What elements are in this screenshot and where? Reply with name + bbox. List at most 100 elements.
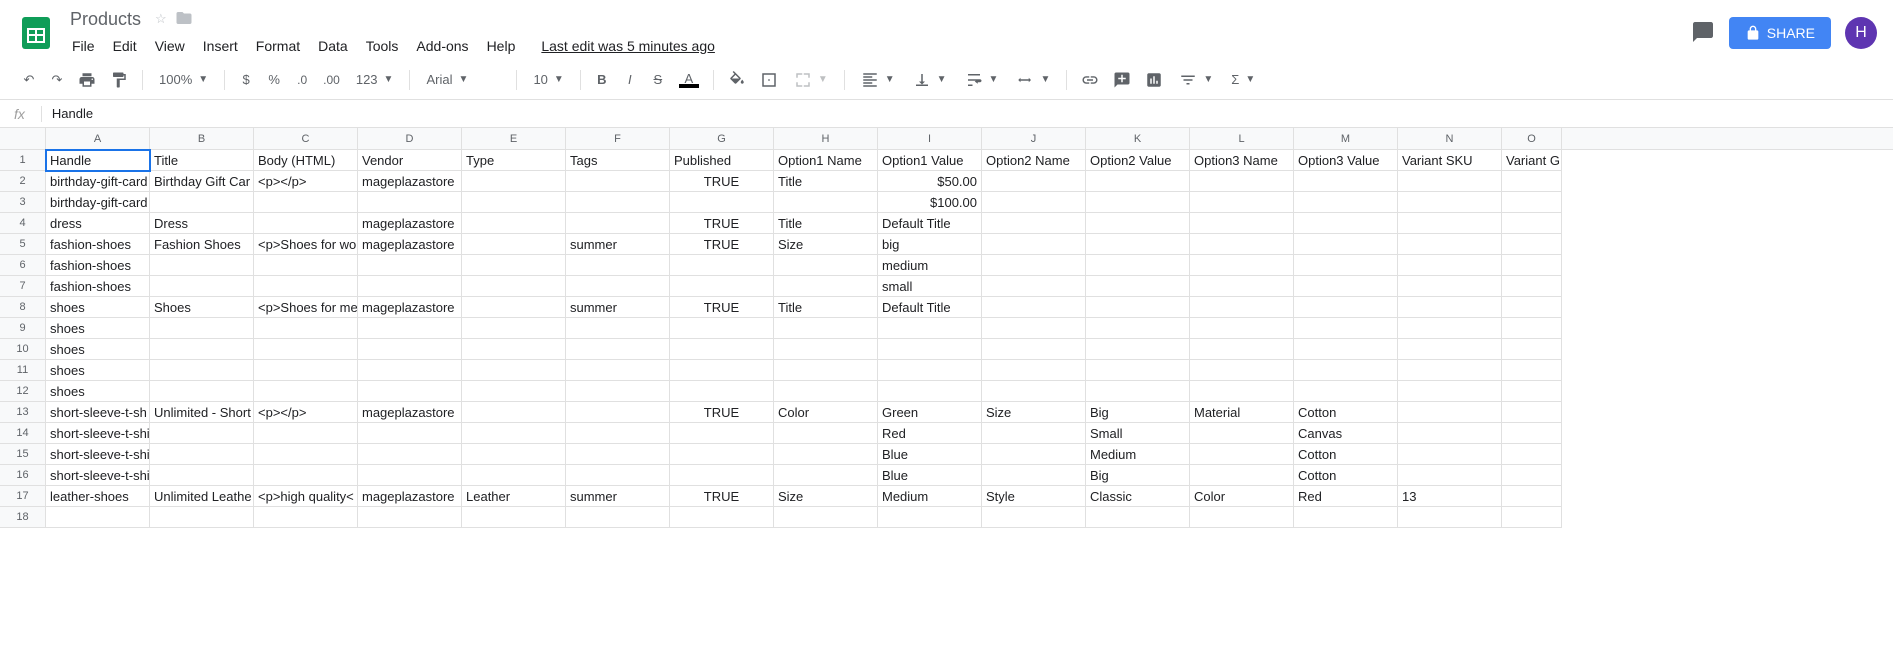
cell[interactable]: shoes (46, 360, 150, 381)
cell[interactable] (150, 276, 254, 297)
cell[interactable]: Size (774, 234, 878, 255)
cell[interactable] (150, 444, 254, 465)
cell[interactable]: Size (774, 486, 878, 507)
cell[interactable] (1294, 192, 1398, 213)
cell[interactable]: TRUE (670, 402, 774, 423)
cell[interactable]: Body (HTML) (254, 150, 358, 171)
cell[interactable] (1502, 234, 1562, 255)
column-header-E[interactable]: E (462, 128, 566, 149)
column-header-J[interactable]: J (982, 128, 1086, 149)
more-formats-select[interactable]: 123▼ (348, 68, 402, 91)
cell[interactable]: birthday-gift-card (46, 192, 150, 213)
cell[interactable]: Small (1086, 423, 1190, 444)
cell[interactable]: Red (1294, 486, 1398, 507)
cell[interactable] (670, 507, 774, 528)
cell[interactable] (1294, 339, 1398, 360)
cell[interactable] (150, 465, 254, 486)
menu-addons[interactable]: Add-ons (408, 34, 476, 58)
cell[interactable] (774, 192, 878, 213)
functions-icon[interactable]: Σ▼ (1223, 68, 1263, 91)
cell[interactable]: fashion-shoes (46, 276, 150, 297)
decrease-decimal-icon[interactable]: .0 (289, 66, 315, 94)
cell[interactable] (358, 255, 462, 276)
cell[interactable] (1398, 192, 1502, 213)
cell[interactable]: Title (774, 297, 878, 318)
cell[interactable] (1398, 402, 1502, 423)
column-header-H[interactable]: H (774, 128, 878, 149)
column-header-L[interactable]: L (1190, 128, 1294, 149)
cell[interactable]: mageplazastore (358, 171, 462, 192)
column-header-M[interactable]: M (1294, 128, 1398, 149)
increase-decimal-icon[interactable]: .00 (317, 66, 346, 94)
filter-icon[interactable]: ▼ (1171, 67, 1221, 93)
cell[interactable]: Big (1086, 465, 1190, 486)
cell[interactable] (1502, 192, 1562, 213)
cell[interactable] (1398, 213, 1502, 234)
cell[interactable]: Option3 Name (1190, 150, 1294, 171)
row-header[interactable]: 8 (0, 297, 46, 318)
row-header[interactable]: 10 (0, 339, 46, 360)
row-header[interactable]: 16 (0, 465, 46, 486)
row-header[interactable]: 7 (0, 276, 46, 297)
cell[interactable]: leather-shoes (46, 486, 150, 507)
cell[interactable]: Cotton (1294, 465, 1398, 486)
cell[interactable]: Birthday Gift Car (150, 171, 254, 192)
cell[interactable] (982, 339, 1086, 360)
cell[interactable] (462, 360, 566, 381)
cell[interactable] (774, 423, 878, 444)
cell[interactable] (670, 465, 774, 486)
cell[interactable] (774, 507, 878, 528)
formula-input[interactable]: Handle (42, 106, 1885, 121)
cell[interactable] (462, 339, 566, 360)
cell[interactable]: Medium (1086, 444, 1190, 465)
cell[interactable]: short-sleeve-t-shirt (46, 423, 150, 444)
undo-icon[interactable]: ↶ (16, 66, 42, 94)
row-header[interactable]: 14 (0, 423, 46, 444)
menu-help[interactable]: Help (479, 34, 524, 58)
cell[interactable]: <p></p> (254, 171, 358, 192)
cell[interactable] (774, 318, 878, 339)
cell[interactable]: fashion-shoes (46, 234, 150, 255)
cell[interactable]: Dress (150, 213, 254, 234)
cell[interactable] (1086, 276, 1190, 297)
cell[interactable] (774, 276, 878, 297)
cell[interactable]: Red (878, 423, 982, 444)
cell[interactable]: dress (46, 213, 150, 234)
menu-edit[interactable]: Edit (105, 34, 145, 58)
cell[interactable] (774, 444, 878, 465)
cell[interactable] (1398, 507, 1502, 528)
row-header[interactable]: 13 (0, 402, 46, 423)
cell[interactable]: TRUE (670, 486, 774, 507)
cell[interactable] (982, 192, 1086, 213)
cell[interactable]: Canvas (1294, 423, 1398, 444)
cell[interactable]: TRUE (670, 234, 774, 255)
cell[interactable] (358, 465, 462, 486)
cell[interactable] (254, 318, 358, 339)
cell[interactable] (774, 339, 878, 360)
cell[interactable] (1502, 318, 1562, 339)
cell[interactable] (254, 465, 358, 486)
cell[interactable] (1086, 318, 1190, 339)
column-header-I[interactable]: I (878, 128, 982, 149)
cell[interactable] (566, 465, 670, 486)
cell[interactable] (1398, 339, 1502, 360)
cell[interactable] (1190, 297, 1294, 318)
row-header[interactable]: 9 (0, 318, 46, 339)
zoom-select[interactable]: 100%▼ (151, 68, 216, 91)
cell[interactable] (670, 423, 774, 444)
cell[interactable] (1398, 234, 1502, 255)
cell[interactable] (670, 318, 774, 339)
cell[interactable]: mageplazastore (358, 486, 462, 507)
cell[interactable] (1086, 381, 1190, 402)
cell[interactable] (566, 339, 670, 360)
cell[interactable] (254, 339, 358, 360)
cell[interactable] (1502, 444, 1562, 465)
cell[interactable] (1190, 192, 1294, 213)
cell[interactable]: Default Title (878, 213, 982, 234)
cell[interactable] (462, 465, 566, 486)
cell[interactable] (1190, 444, 1294, 465)
last-edit-link[interactable]: Last edit was 5 minutes ago (533, 34, 723, 58)
cell[interactable]: Style (982, 486, 1086, 507)
cell[interactable] (150, 360, 254, 381)
cell[interactable] (46, 507, 150, 528)
